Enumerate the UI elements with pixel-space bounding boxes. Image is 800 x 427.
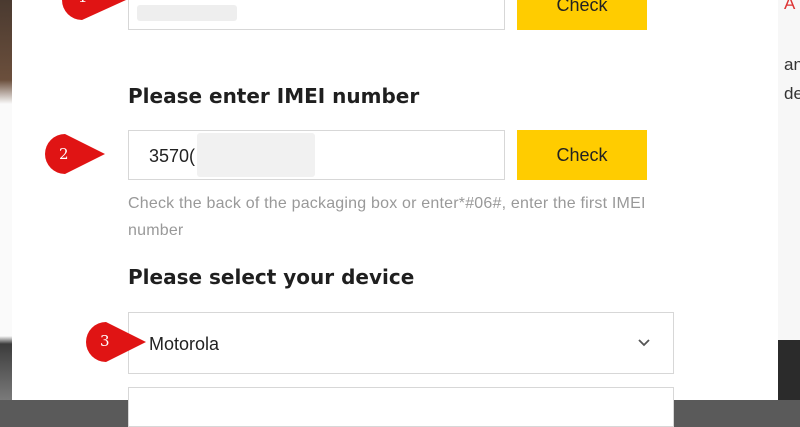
device-selected-value: Motorola <box>149 334 220 354</box>
annotation-number: 1 <box>78 0 88 6</box>
annotation-marker-3: 3 <box>84 320 154 369</box>
background-text-fragment: de <box>784 84 800 103</box>
imei-input[interactable]: 3570( <box>128 130 505 180</box>
annotation-number: 2 <box>59 145 69 163</box>
redacted-value <box>137 5 237 21</box>
second-select[interactable] <box>128 387 674 427</box>
redacted-value <box>197 133 315 177</box>
imei-label: Please enter IMEI number <box>128 84 420 108</box>
annotation-marker-1: 1 <box>60 0 130 27</box>
annotation-pin-icon <box>45 134 105 174</box>
annotation-marker-2: 2 <box>43 132 113 181</box>
annotation-pin-icon <box>62 0 126 20</box>
annotation-number: 3 <box>100 332 110 350</box>
top-input-field[interactable] <box>128 0 505 30</box>
top-check-button[interactable]: Check <box>517 0 647 30</box>
imei-hint: Check the back of the packaging box or e… <box>128 195 646 239</box>
background-left-strip <box>0 0 12 400</box>
imei-value: 3570( <box>149 146 196 166</box>
annotation-pin-icon <box>86 322 146 362</box>
background-text-fragment: A <box>784 0 796 13</box>
background-text-fragment: an <box>784 55 800 74</box>
chevron-down-icon <box>638 339 650 347</box>
device-label: Please select your device <box>128 265 415 289</box>
background-image-fragment <box>778 340 800 400</box>
imei-check-button[interactable]: Check <box>517 130 647 180</box>
device-select[interactable]: Motorola <box>128 312 674 374</box>
background-right-strip: A an de <box>777 0 800 400</box>
